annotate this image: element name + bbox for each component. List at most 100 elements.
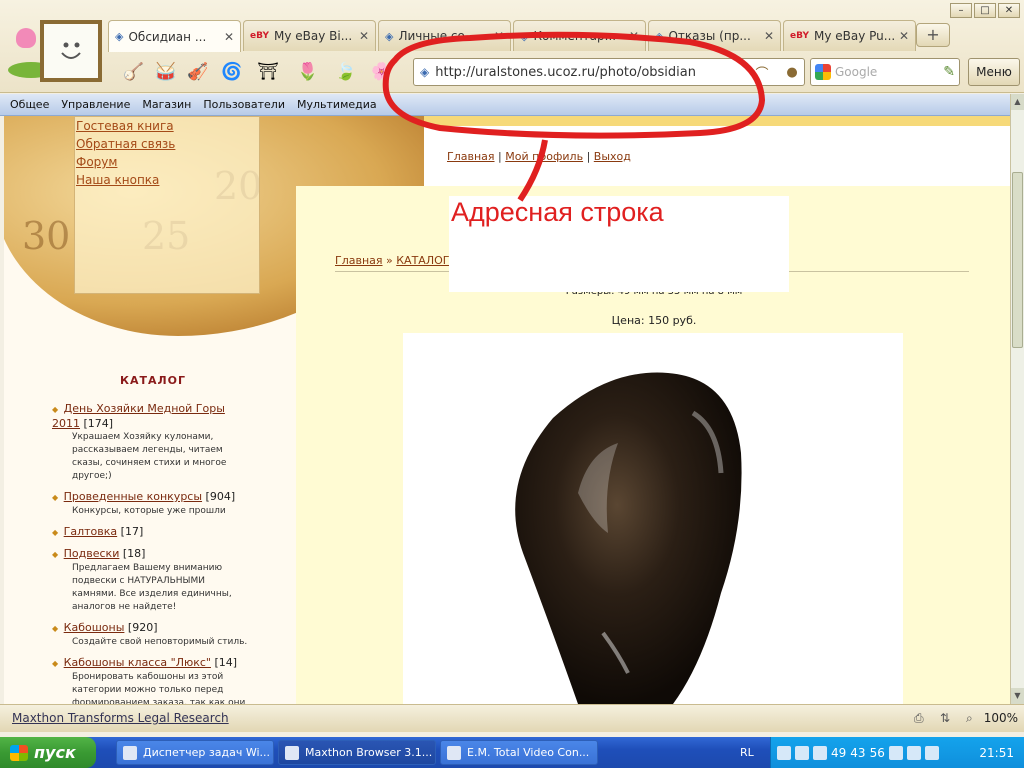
catalog-item-link[interactable]: Подвески: [64, 547, 120, 560]
tab[interactable]: eBY My eBay Bi... ✕: [243, 20, 376, 51]
network-icon[interactable]: [888, 745, 903, 760]
ebay-icon: eBY: [790, 31, 809, 41]
tray-counter: 49: [831, 745, 847, 760]
search-go-icon[interactable]: ✎: [943, 64, 955, 80]
tab[interactable]: ◈ Отказы (пр... ✕: [648, 20, 781, 51]
maxthon-icon: [285, 745, 299, 760]
scroll-down-icon[interactable]: ▼: [1011, 688, 1024, 704]
sync-icon[interactable]: ⇅: [940, 711, 950, 725]
separator: |: [586, 150, 591, 163]
breadcrumb-catalog[interactable]: КАТАЛОГ: [396, 254, 449, 267]
pipa-icon[interactable]: 🎻: [186, 60, 210, 84]
back-icon[interactable]: 🪕: [122, 60, 146, 84]
close-window-button[interactable]: ✕: [998, 3, 1020, 18]
zoom-icon[interactable]: ⌕: [966, 711, 973, 726]
tray-icon[interactable]: [777, 745, 791, 760]
profile-link[interactable]: Мой профиль: [505, 150, 583, 163]
catalog-item-desc: Бронировать кабошоны из этой категории м…: [72, 672, 246, 704]
feedback-link[interactable]: Обратная связь: [76, 136, 175, 152]
catalog-item-count: [174]: [83, 417, 114, 430]
catalog-item-head: ◆ Кабошоны класса "Люкс" [14]: [52, 656, 252, 671]
our-button-link[interactable]: Наша кнопка: [76, 172, 175, 188]
tab-close-icon[interactable]: ✕: [629, 29, 639, 43]
rss-fan-icon[interactable]: ⌒: [750, 63, 774, 82]
tray-icon[interactable]: [813, 745, 827, 760]
status-bar: Maxthon Transforms Legal Research ⎙ ⇅ ⌕ …: [0, 704, 1024, 732]
tab-active[interactable]: ◈ Обсидиан ... ✕: [108, 20, 241, 52]
language-indicator[interactable]: RL: [740, 746, 754, 759]
ucoz-icon: ◈: [115, 30, 124, 43]
side-links: Гостевая книга Обратная связь Форум Наша…: [76, 118, 175, 188]
lotus-flower-icon[interactable]: 🌸: [370, 60, 394, 84]
bullet-icon: ◆: [52, 405, 59, 414]
address-url[interactable]: http://uralstones.ucoz.ru/photo/obsidian: [435, 65, 744, 80]
separator: |: [498, 150, 502, 163]
tab-close-icon[interactable]: ✕: [494, 29, 504, 43]
google-icon[interactable]: [815, 64, 831, 80]
ucoz-menu-multimedia[interactable]: Мультимедиа: [297, 98, 377, 111]
ucoz-menu-general[interactable]: Общее: [10, 98, 49, 111]
ucoz-menu-control[interactable]: Управление: [61, 98, 130, 111]
search-box[interactable]: Google ✎: [810, 58, 960, 86]
ucoz-icon: ◈: [520, 29, 529, 43]
go-gourd-icon[interactable]: ●: [780, 65, 804, 80]
taskbar-item[interactable]: Maxthon Browser 3.1...: [278, 740, 436, 765]
taskbar-item[interactable]: E.M. Total Video Con...: [440, 740, 598, 765]
catalog-item-link[interactable]: Галтовка: [64, 525, 118, 538]
tray-icon[interactable]: [795, 745, 809, 760]
zoom-level[interactable]: 100%: [984, 711, 1018, 725]
product-photo[interactable]: [403, 333, 903, 704]
tab-close-icon[interactable]: ✕: [764, 29, 774, 43]
scrollbar-thumb[interactable]: [1012, 172, 1023, 348]
product-price: Цена: 150 руб.: [611, 314, 697, 327]
guestbook-link[interactable]: Гостевая книга: [76, 118, 175, 134]
tab-close-icon[interactable]: ✕: [224, 30, 234, 44]
maximize-button[interactable]: □: [974, 3, 996, 18]
taskbar-item[interactable]: Диспетчер задач Wi...: [116, 740, 274, 765]
new-tab-button[interactable]: +: [916, 23, 950, 47]
catalog-item-link[interactable]: Проведенные конкурсы: [64, 490, 202, 503]
forward-icon[interactable]: 🥁: [154, 60, 178, 84]
bullet-icon: ◆: [52, 528, 59, 537]
ucoz-admin-bar: Общее Управление Магазин Пользователи Му…: [0, 94, 1010, 116]
ucoz-menu-shop[interactable]: Магазин: [142, 98, 191, 111]
menu-button[interactable]: Меню: [968, 58, 1020, 86]
lily-pad-icon[interactable]: 🍃: [334, 60, 358, 84]
catalog-item-desc: Предлагаем Вашему вниманию подвески с НА…: [72, 563, 232, 612]
taskbar-item-label: Диспетчер задач Wi...: [143, 746, 271, 759]
tab-close-icon[interactable]: ✕: [899, 29, 909, 43]
volume-icon[interactable]: [906, 745, 921, 760]
tab[interactable]: eBY My eBay Pu... ✕: [783, 20, 916, 51]
catalog-item-desc: Украшаем Хозяйку кулонами, рассказываем …: [72, 432, 227, 481]
search-input[interactable]: Google: [835, 65, 939, 79]
antivirus-icon[interactable]: [924, 745, 939, 760]
page-scrollbar[interactable]: ▲ ▼: [1010, 94, 1024, 704]
catalog-item-link[interactable]: Кабошоны класса "Люкс": [64, 656, 211, 669]
bullet-icon: ◆: [52, 493, 59, 502]
windows-logo-icon: [10, 744, 28, 761]
bullet-icon: ◆: [52, 659, 59, 668]
catalog-item-link[interactable]: Кабошоны: [64, 621, 125, 634]
start-button[interactable]: пуск: [0, 737, 96, 768]
catalog-item-desc: Конкурсы, которые уже прошли: [72, 506, 226, 516]
forum-link[interactable]: Форум: [76, 154, 175, 170]
lotus-bud-icon[interactable]: 🌷: [296, 60, 320, 84]
home-link[interactable]: Главная: [447, 150, 495, 163]
catalog-item-link[interactable]: День Хозяйки Медной Горы 2011: [52, 402, 225, 430]
minimize-button[interactable]: –: [950, 3, 972, 18]
scroll-up-icon[interactable]: ▲: [1011, 94, 1024, 110]
taskbar-item-label: Maxthon Browser 3.1...: [305, 746, 433, 759]
download-icon[interactable]: ⎙: [914, 711, 924, 726]
tab[interactable]: ◈ Комментар... ✕: [513, 20, 646, 51]
ucoz-menu-users[interactable]: Пользователи: [203, 98, 285, 111]
logout-link[interactable]: Выход: [594, 150, 631, 163]
catalog-item-count: [920]: [127, 621, 158, 634]
home-pavilion-icon[interactable]: ⛩: [256, 60, 280, 84]
address-bar[interactable]: ◈ http://uralstones.ucoz.ru/photo/obsidi…: [413, 58, 805, 86]
breadcrumb-home[interactable]: Главная: [335, 254, 383, 267]
tab[interactable]: ◈ Личные со... ✕: [378, 20, 511, 51]
tab-close-icon[interactable]: ✕: [359, 29, 369, 43]
refresh-icon[interactable]: 🌀: [220, 60, 244, 84]
status-news-link[interactable]: Maxthon Transforms Legal Research: [12, 711, 229, 725]
task-manager-icon: [123, 745, 137, 760]
